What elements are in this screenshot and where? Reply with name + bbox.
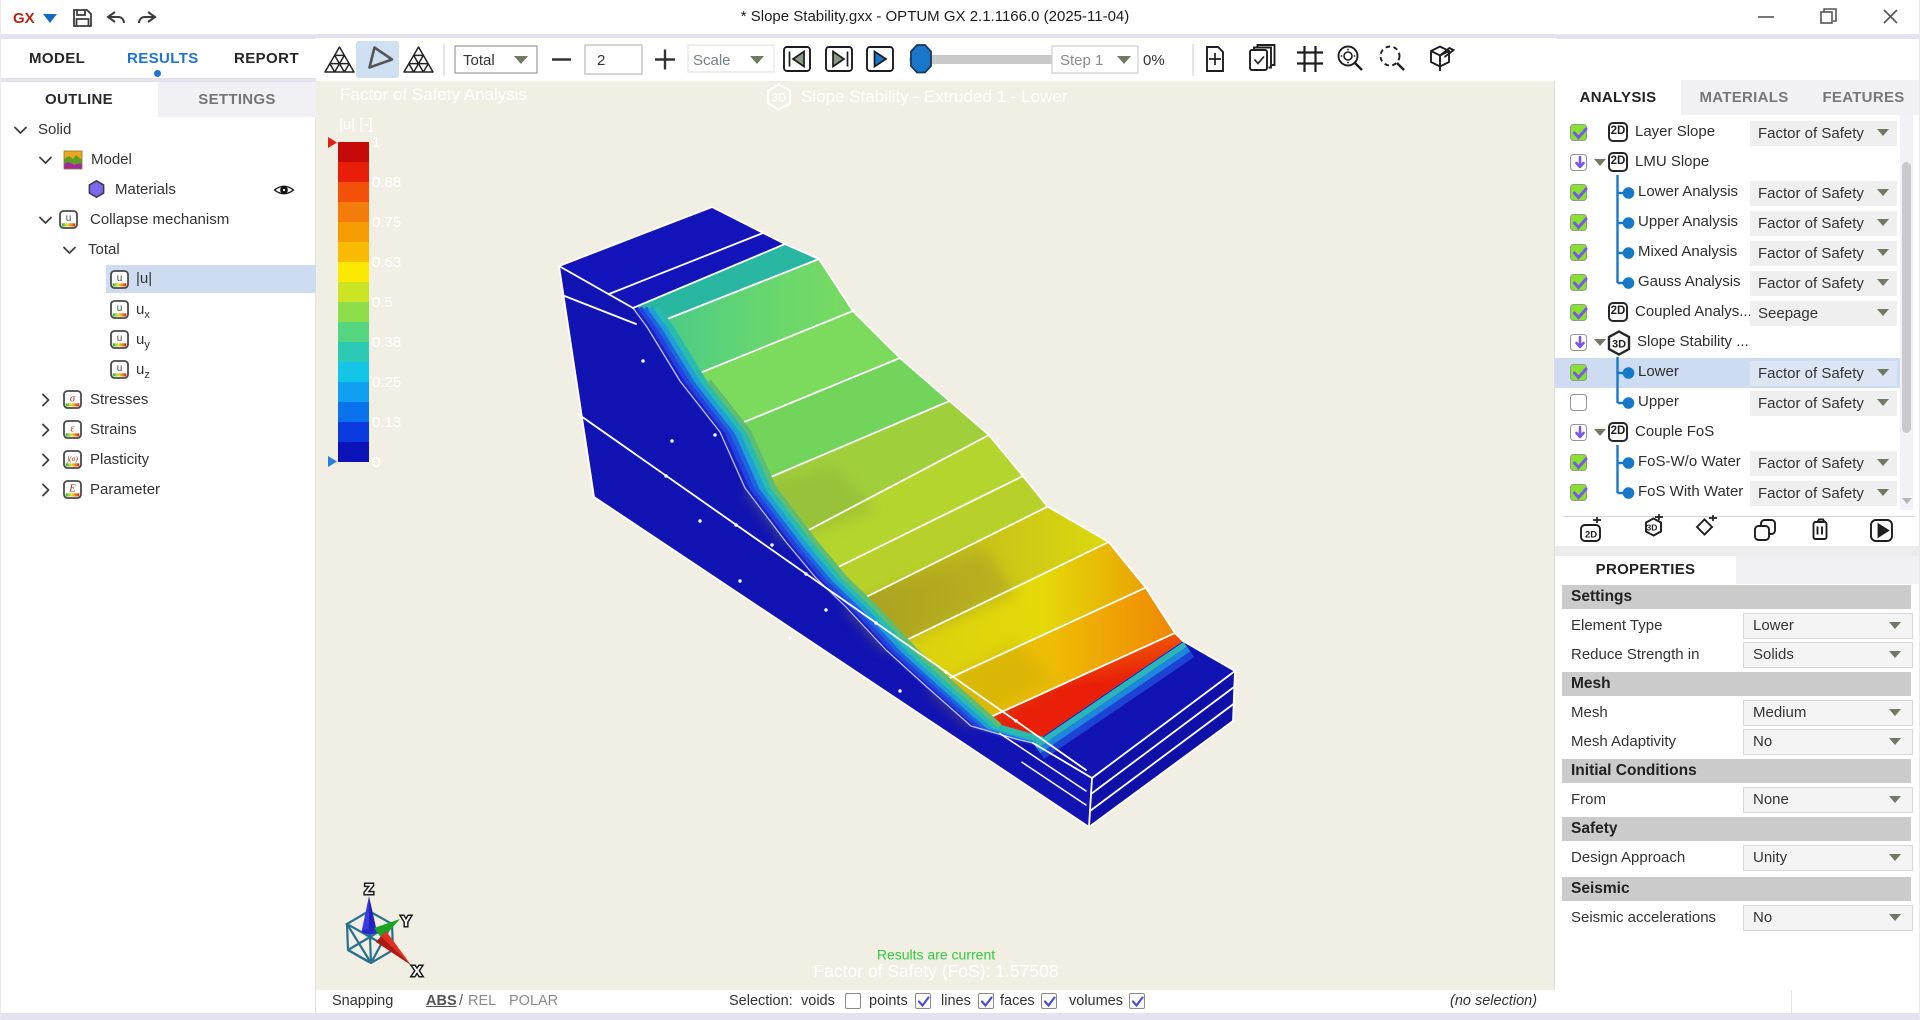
- svg-text:Y: Y: [401, 913, 411, 930]
- svg-text:3D: 3D: [1647, 523, 1658, 533]
- svg-text:u: u: [117, 333, 123, 344]
- svg-text:Total: Total: [463, 52, 495, 69]
- svg-text:u: u: [117, 303, 123, 314]
- svg-text:Z: Z: [364, 881, 373, 898]
- svg-text:0.63: 0.63: [372, 254, 401, 271]
- svg-text:0.88: 0.88: [372, 174, 401, 191]
- svg-text:0.5: 0.5: [372, 294, 393, 311]
- svg-text:Step 1: Step 1: [1060, 52, 1103, 69]
- svg-text:0.38: 0.38: [372, 334, 401, 351]
- svg-text:3D: 3D: [1612, 339, 1626, 351]
- svg-text:0.75: 0.75: [372, 214, 401, 231]
- svg-text:0: 0: [372, 454, 380, 471]
- svg-text:Scale: Scale: [693, 52, 731, 69]
- svg-text:X: X: [412, 963, 422, 980]
- svg-text:Factor of Safety (FoS): 1.5750: Factor of Safety (FoS): 1.57508: [813, 961, 1058, 981]
- svg-text:E: E: [68, 484, 76, 495]
- svg-text:σ: σ: [70, 394, 76, 405]
- svg-text:2D: 2D: [1585, 530, 1597, 541]
- svg-text:|u| [-]: |u| [-]: [339, 116, 373, 133]
- svg-text:Slope Stability - Extruded 1 -: Slope Stability - Extruded 1 - Lower: [801, 87, 1068, 106]
- svg-text:3D: 3D: [772, 93, 787, 105]
- svg-text:0%: 0%: [1143, 52, 1165, 69]
- svg-text:∫(σ): ∫(σ): [66, 454, 78, 463]
- svg-text:1: 1: [372, 134, 380, 151]
- svg-text:0.13: 0.13: [372, 414, 401, 431]
- svg-text:Factor of Safety Analysis: Factor of Safety Analysis: [340, 85, 527, 104]
- svg-text:2: 2: [597, 52, 605, 69]
- svg-text:u: u: [117, 363, 123, 374]
- svg-text:u: u: [117, 273, 123, 284]
- svg-text:GX: GX: [13, 10, 35, 27]
- svg-text:0.25: 0.25: [372, 374, 401, 391]
- svg-text:u: u: [66, 213, 72, 224]
